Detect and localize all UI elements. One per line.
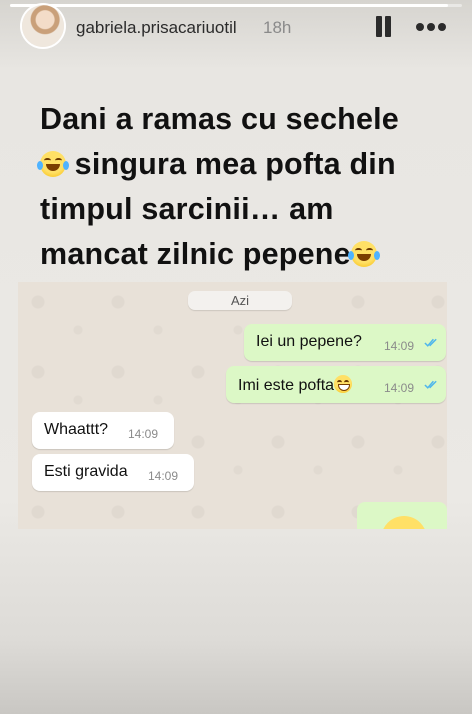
message-text: Esti gravida xyxy=(44,463,128,480)
message-text: Whaattt? xyxy=(44,421,109,438)
story-caption: Dani a ramas cu sechele singura mea poft… xyxy=(37,97,450,277)
message-text: Imi este pofta xyxy=(238,375,353,395)
message-bubble: Esti gravida 14:09 xyxy=(32,454,194,491)
double-check-icon xyxy=(424,380,437,389)
username[interactable]: gabriela.prisacariuotil xyxy=(76,18,237,38)
message-time: 14:09 xyxy=(128,427,159,441)
message-bubble: Imi este pofta 14:09 xyxy=(226,366,446,403)
caption-line: singura mea pofta din xyxy=(66,147,396,181)
face-with-tears-of-joy-icon xyxy=(347,241,380,267)
pause-icon[interactable] xyxy=(372,14,394,40)
message-bubble: Iei un pepene? 14:09 xyxy=(244,324,446,361)
story-header: gabriela.prisacariuotil 18h xyxy=(0,0,472,56)
message-text: Iei un pepene? xyxy=(256,333,362,350)
face-with-tears-of-joy-icon xyxy=(37,151,69,177)
message-time: 14:09 xyxy=(384,381,415,395)
avatar[interactable] xyxy=(22,5,64,47)
message-bubble: Whaattt? 14:09 xyxy=(32,412,174,449)
story-time-ago: 18h xyxy=(263,18,292,37)
more-options-icon[interactable] xyxy=(414,22,448,32)
caption-line: timpul sarcinii… am xyxy=(40,192,334,226)
grinning-face-icon xyxy=(334,375,353,393)
message-time: 14:09 xyxy=(148,469,179,483)
message-time: 14:09 xyxy=(384,339,415,353)
message-bubble-partial xyxy=(357,502,447,529)
chat-screenshot: Azi Iei un pepene? 14:09 Imi este pofta … xyxy=(18,282,447,529)
emoji-icon xyxy=(381,516,427,529)
caption-line: mancat zilnic pepene xyxy=(40,237,351,271)
caption-line: Dani a ramas cu sechele xyxy=(40,102,399,136)
date-separator: Azi xyxy=(188,291,292,310)
double-check-icon xyxy=(424,338,437,347)
